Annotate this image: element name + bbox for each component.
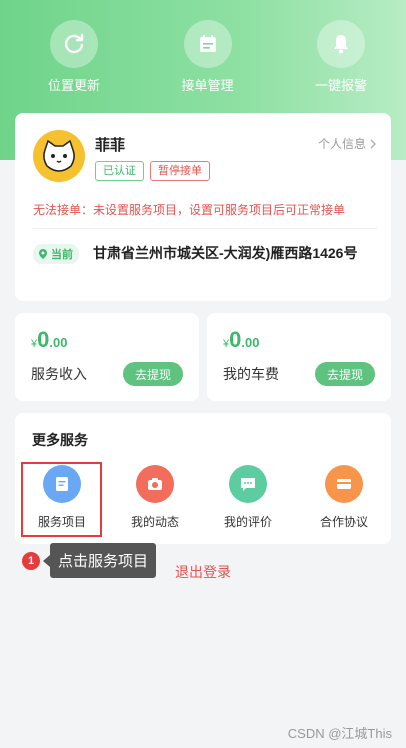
- step-number-badge: 1: [22, 551, 40, 570]
- chevron-right-icon: [370, 139, 376, 148]
- location-tag-label: 当前: [51, 249, 73, 261]
- tooltip-text: 点击服务项目: [50, 543, 157, 578]
- location-update-label: 位置更新: [47, 78, 100, 93]
- income-amount: ¥0.00: [31, 327, 67, 353]
- income-label: 服务收入: [31, 366, 87, 382]
- my-reviews-button[interactable]: 我的评价: [209, 465, 287, 530]
- status-badges: 已认证 暂停接单: [95, 161, 210, 181]
- refresh-icon: [50, 20, 98, 68]
- amount-integer: 0: [229, 327, 242, 352]
- user-name: 菲菲: [95, 137, 126, 154]
- location-pin-icon: [39, 249, 47, 259]
- amount-decimal: .00: [49, 335, 68, 350]
- calendar-icon: [183, 20, 232, 68]
- camera-icon: [136, 465, 174, 503]
- fare-card: ¥0.00 我的车费 去提现: [207, 313, 391, 401]
- order-management-button[interactable]: 接单管理: [175, 20, 241, 94]
- bell-icon: [317, 20, 365, 68]
- card-icon: [325, 465, 363, 503]
- tooltip-arrow: [43, 554, 50, 567]
- cooperation-agreement-button[interactable]: 合作协议: [305, 465, 383, 530]
- watermark: CSDN @江城This: [287, 726, 392, 741]
- guide-highlight-box: [21, 462, 102, 537]
- my-posts-button[interactable]: 我的动态: [116, 465, 194, 530]
- personal-info-label: 个人信息: [317, 137, 366, 151]
- cat-face-icon: [43, 139, 75, 172]
- emergency-alarm-button[interactable]: 一键报警: [308, 20, 374, 94]
- location-update-button[interactable]: 位置更新: [41, 20, 107, 94]
- services-title: 更多服务: [32, 432, 88, 448]
- divider: [33, 228, 377, 229]
- fare-label: 我的车费: [223, 366, 279, 382]
- logout-link[interactable]: 退出登录: [175, 562, 231, 582]
- top-action-bar: 位置更新 接单管理 一键报警: [0, 20, 406, 94]
- my-posts-label: 我的动态: [130, 515, 179, 529]
- order-management-label: 接单管理: [181, 78, 234, 93]
- avatar[interactable]: [33, 130, 85, 182]
- amount-integer: 0: [37, 327, 50, 352]
- service-income-card: ¥0.00 服务收入 去提现: [15, 313, 199, 401]
- paused-badge: 暂停接单: [150, 161, 210, 181]
- current-address: 甘肃省兰州市城关区-大润发)雁西路1426号: [93, 245, 358, 261]
- personal-info-link[interactable]: 个人信息: [318, 135, 377, 152]
- amount-decimal: .00: [241, 335, 260, 350]
- chat-icon: [229, 465, 267, 503]
- emergency-alarm-label: 一键报警: [314, 78, 367, 93]
- income-withdraw-button[interactable]: 去提现: [123, 362, 183, 386]
- fare-withdraw-button[interactable]: 去提现: [315, 362, 375, 386]
- cooperation-agreement-label: 合作协议: [319, 515, 368, 529]
- my-reviews-label: 我的评价: [223, 515, 272, 529]
- current-location-tag: 当前: [33, 244, 79, 264]
- verified-badge: 已认证: [95, 161, 144, 181]
- fare-amount: ¥0.00: [223, 327, 259, 353]
- guide-tooltip: 1 点击服务项目: [22, 543, 157, 578]
- order-warning-text: 无法接单：未设置服务项目，设置可服务项目后可正常接单: [33, 203, 346, 217]
- profile-card: 菲菲 已认证 暂停接单 个人信息 无法接单：未设置服务项目，设置可服务项目后可正…: [15, 113, 391, 301]
